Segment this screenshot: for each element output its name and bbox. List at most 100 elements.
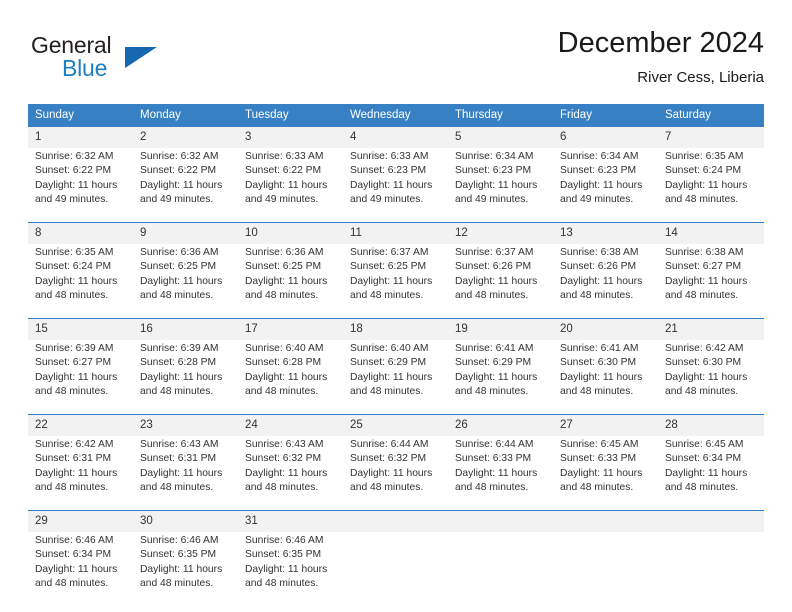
day-cell[interactable]: Sunrise: 6:41 AM Sunset: 6:30 PM Dayligh…	[553, 340, 658, 415]
day-number-empty	[553, 511, 658, 532]
day-number[interactable]: 23	[133, 415, 238, 436]
daylight-text-line1: Daylight: 11 hours	[140, 179, 223, 191]
week-5-details: Sunrise: 6:46 AM Sunset: 6:34 PM Dayligh…	[28, 532, 764, 606]
day-number[interactable]: 19	[448, 319, 553, 340]
day-cell[interactable]: Sunrise: 6:32 AM Sunset: 6:22 PM Dayligh…	[133, 148, 238, 223]
general-blue-logo[interactable]: General Blue	[31, 32, 211, 90]
day-cell[interactable]: Sunrise: 6:45 AM Sunset: 6:33 PM Dayligh…	[553, 436, 658, 511]
day-cell[interactable]: Sunrise: 6:36 AM Sunset: 6:25 PM Dayligh…	[238, 244, 343, 319]
day-cell[interactable]: Sunrise: 6:46 AM Sunset: 6:35 PM Dayligh…	[238, 532, 343, 606]
day-cell[interactable]: Sunrise: 6:42 AM Sunset: 6:30 PM Dayligh…	[658, 340, 764, 415]
day-cell[interactable]: Sunrise: 6:46 AM Sunset: 6:35 PM Dayligh…	[133, 532, 238, 606]
day-number[interactable]: 30	[133, 511, 238, 532]
day-number[interactable]: 11	[343, 223, 448, 244]
day-number[interactable]: 4	[343, 127, 448, 148]
day-number[interactable]: 6	[553, 127, 658, 148]
day-cell[interactable]: Sunrise: 6:41 AM Sunset: 6:29 PM Dayligh…	[448, 340, 553, 415]
day-number[interactable]: 31	[238, 511, 343, 532]
day-number[interactable]: 5	[448, 127, 553, 148]
day-cell[interactable]: Sunrise: 6:40 AM Sunset: 6:28 PM Dayligh…	[238, 340, 343, 415]
page-subtitle: River Cess, Liberia	[637, 69, 764, 86]
daylight-text-line1: Daylight: 11 hours	[350, 467, 433, 479]
day-number[interactable]: 22	[28, 415, 133, 436]
daylight-text-line1: Daylight: 11 hours	[350, 275, 433, 287]
week-1-details: Sunrise: 6:32 AM Sunset: 6:22 PM Dayligh…	[28, 148, 764, 223]
day-number[interactable]: 9	[133, 223, 238, 244]
day-number[interactable]: 24	[238, 415, 343, 436]
daylight-text-line2: and 48 minutes.	[665, 289, 739, 301]
day-cell[interactable]: Sunrise: 6:38 AM Sunset: 6:27 PM Dayligh…	[658, 244, 764, 319]
daylight-text-line2: and 49 minutes.	[455, 193, 529, 205]
day-cell[interactable]: Sunrise: 6:44 AM Sunset: 6:32 PM Dayligh…	[343, 436, 448, 511]
sunrise-text: Sunrise: 6:40 AM	[350, 343, 429, 354]
daylight-text-line2: and 48 minutes.	[455, 385, 529, 397]
day-number[interactable]: 25	[343, 415, 448, 436]
day-cell[interactable]: Sunrise: 6:43 AM Sunset: 6:31 PM Dayligh…	[133, 436, 238, 511]
day-cell[interactable]: Sunrise: 6:34 AM Sunset: 6:23 PM Dayligh…	[448, 148, 553, 223]
day-cell[interactable]: Sunrise: 6:37 AM Sunset: 6:25 PM Dayligh…	[343, 244, 448, 319]
day-cell[interactable]: Sunrise: 6:40 AM Sunset: 6:29 PM Dayligh…	[343, 340, 448, 415]
daylight-text-line2: and 48 minutes.	[245, 481, 319, 493]
daylight-text-line2: and 49 minutes.	[140, 193, 214, 205]
day-number[interactable]: 21	[658, 319, 764, 340]
day-number[interactable]: 29	[28, 511, 133, 532]
day-cell[interactable]: Sunrise: 6:33 AM Sunset: 6:22 PM Dayligh…	[238, 148, 343, 223]
sunrise-text: Sunrise: 6:42 AM	[35, 439, 114, 450]
week-4-details: Sunrise: 6:42 AM Sunset: 6:31 PM Dayligh…	[28, 436, 764, 511]
day-number[interactable]: 16	[133, 319, 238, 340]
day-number[interactable]: 26	[448, 415, 553, 436]
day-cell[interactable]: Sunrise: 6:46 AM Sunset: 6:34 PM Dayligh…	[28, 532, 133, 606]
day-cell[interactable]: Sunrise: 6:39 AM Sunset: 6:28 PM Dayligh…	[133, 340, 238, 415]
daylight-text-line2: and 48 minutes.	[455, 289, 529, 301]
sunrise-text: Sunrise: 6:33 AM	[245, 151, 324, 162]
sunrise-text: Sunrise: 6:36 AM	[140, 247, 219, 258]
daylight-text-line2: and 48 minutes.	[665, 193, 739, 205]
day-number[interactable]: 14	[658, 223, 764, 244]
day-number[interactable]: 15	[28, 319, 133, 340]
day-number[interactable]: 13	[553, 223, 658, 244]
title-block: December 2024 River Cess, Liberia	[558, 26, 764, 88]
day-number[interactable]: 20	[553, 319, 658, 340]
day-number[interactable]: 7	[658, 127, 764, 148]
day-cell[interactable]: Sunrise: 6:36 AM Sunset: 6:25 PM Dayligh…	[133, 244, 238, 319]
day-cell-empty	[448, 532, 553, 606]
day-number[interactable]: 8	[28, 223, 133, 244]
daylight-text-line1: Daylight: 11 hours	[560, 179, 643, 191]
sunset-text: Sunset: 6:28 PM	[245, 357, 322, 369]
sunset-text: Sunset: 6:22 PM	[245, 165, 322, 177]
day-cell[interactable]: Sunrise: 6:43 AM Sunset: 6:32 PM Dayligh…	[238, 436, 343, 511]
daylight-text-line1: Daylight: 11 hours	[245, 179, 328, 191]
daylight-text-line1: Daylight: 11 hours	[350, 371, 433, 383]
day-number[interactable]: 28	[658, 415, 764, 436]
daylight-text-line2: and 48 minutes.	[665, 385, 739, 397]
day-number-empty	[448, 511, 553, 532]
sunrise-text: Sunrise: 6:32 AM	[35, 151, 114, 162]
daylight-text-line2: and 48 minutes.	[665, 481, 739, 493]
day-cell[interactable]: Sunrise: 6:39 AM Sunset: 6:27 PM Dayligh…	[28, 340, 133, 415]
day-cell[interactable]: Sunrise: 6:44 AM Sunset: 6:33 PM Dayligh…	[448, 436, 553, 511]
day-number[interactable]: 27	[553, 415, 658, 436]
day-number[interactable]: 1	[28, 127, 133, 148]
day-number[interactable]: 10	[238, 223, 343, 244]
weekday-header-row: Sunday Monday Tuesday Wednesday Thursday…	[28, 104, 764, 127]
day-number[interactable]: 17	[238, 319, 343, 340]
day-cell[interactable]: Sunrise: 6:34 AM Sunset: 6:23 PM Dayligh…	[553, 148, 658, 223]
sunrise-text: Sunrise: 6:36 AM	[245, 247, 324, 258]
day-number[interactable]: 12	[448, 223, 553, 244]
daylight-text-line2: and 48 minutes.	[560, 385, 634, 397]
daylight-text-line1: Daylight: 11 hours	[245, 371, 328, 383]
day-cell[interactable]: Sunrise: 6:37 AM Sunset: 6:26 PM Dayligh…	[448, 244, 553, 319]
day-cell[interactable]: Sunrise: 6:38 AM Sunset: 6:26 PM Dayligh…	[553, 244, 658, 319]
day-number[interactable]: 3	[238, 127, 343, 148]
day-number[interactable]: 18	[343, 319, 448, 340]
daylight-text-line1: Daylight: 11 hours	[560, 467, 643, 479]
day-cell[interactable]: Sunrise: 6:35 AM Sunset: 6:24 PM Dayligh…	[28, 244, 133, 319]
day-cell[interactable]: Sunrise: 6:33 AM Sunset: 6:23 PM Dayligh…	[343, 148, 448, 223]
day-cell[interactable]: Sunrise: 6:42 AM Sunset: 6:31 PM Dayligh…	[28, 436, 133, 511]
day-cell[interactable]: Sunrise: 6:45 AM Sunset: 6:34 PM Dayligh…	[658, 436, 764, 511]
day-cell[interactable]: Sunrise: 6:32 AM Sunset: 6:22 PM Dayligh…	[28, 148, 133, 223]
calendar-body: 1 2 3 4 5 6 7 Sunrise: 6:32 AM Sunset: 6…	[28, 127, 764, 606]
day-number[interactable]: 2	[133, 127, 238, 148]
daylight-text-line2: and 49 minutes.	[350, 193, 424, 205]
day-cell[interactable]: Sunrise: 6:35 AM Sunset: 6:24 PM Dayligh…	[658, 148, 764, 223]
